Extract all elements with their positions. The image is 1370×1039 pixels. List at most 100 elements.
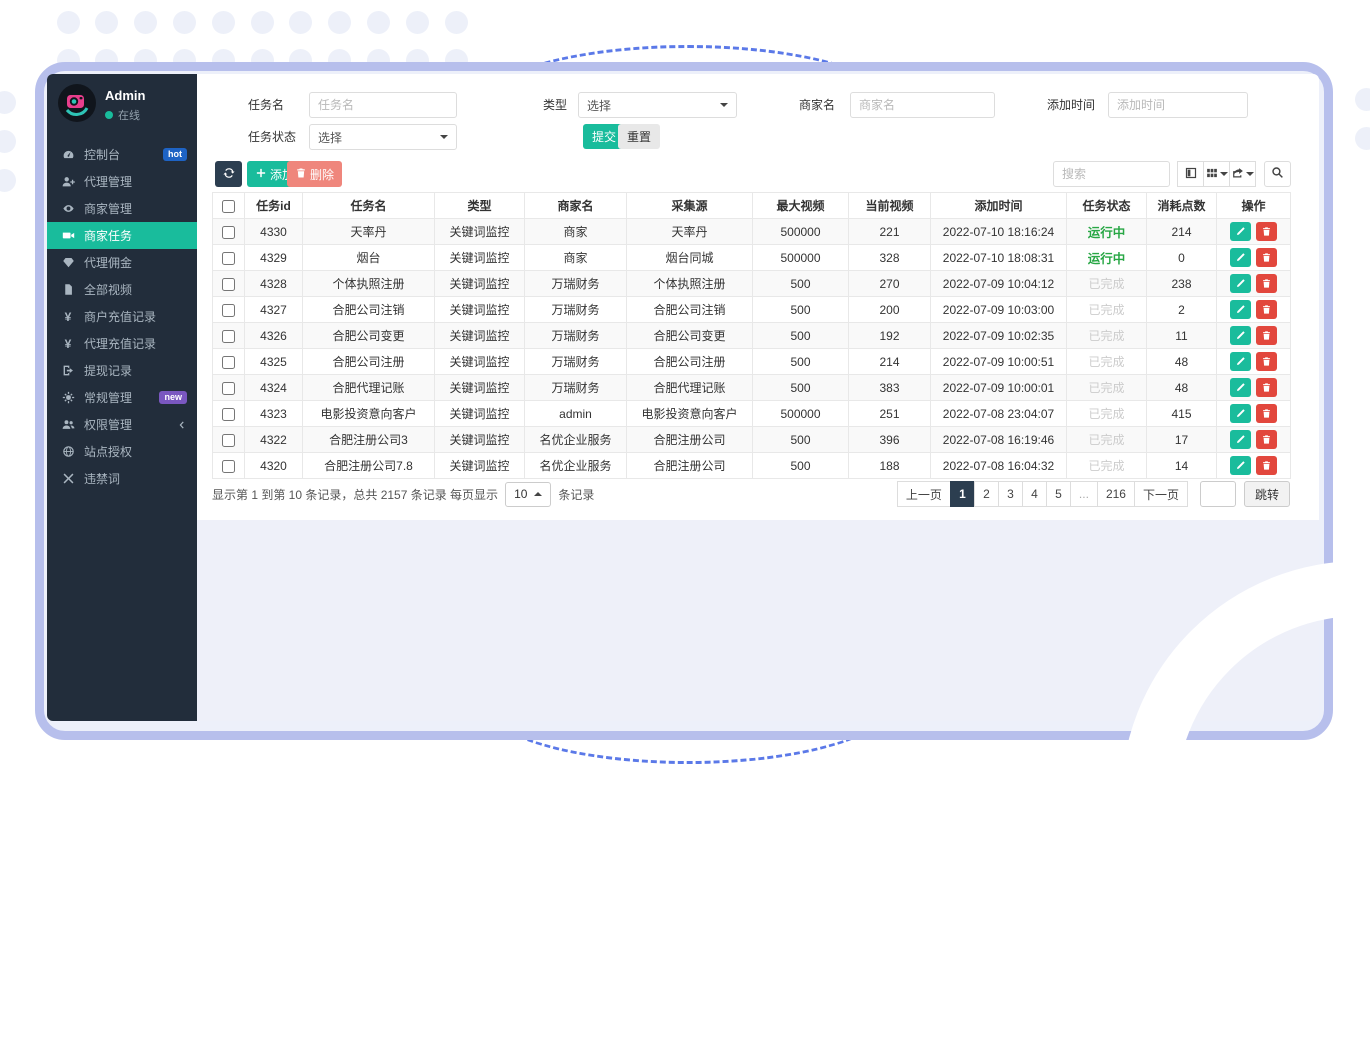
edit-button[interactable] [1230,248,1251,267]
cell-task-name: 合肥公司变更 [303,323,435,349]
delete-button[interactable] [1256,326,1277,345]
edit-button[interactable] [1230,326,1251,345]
cell-task-id: 4328 [245,271,303,297]
delete-button[interactable] [1256,352,1277,371]
cell-status: 已完成 [1067,401,1147,427]
sidebar-item-2[interactable]: 商家管理 [47,195,197,222]
delete-button[interactable] [1256,430,1277,449]
sidebar-item-0[interactable]: 控制台hot [47,141,197,168]
table-view-buttons [1178,161,1256,187]
sidebar-item-label: 提现记录 [84,362,132,379]
cell-current-videos: 251 [849,401,931,427]
cell-max-videos: 500 [753,271,849,297]
page-button-2[interactable]: 2 [974,481,999,507]
sidebar-item-label: 权限管理 [84,416,132,433]
jump-page-input[interactable] [1200,481,1236,507]
add-time-input[interactable] [1108,92,1248,118]
row-checkbox[interactable] [222,408,235,421]
cell-status: 已完成 [1067,375,1147,401]
sidebar-item-5[interactable]: 全部视频 [47,276,197,303]
cell-source: 烟台同城 [627,245,753,271]
row-checkbox[interactable] [222,434,235,447]
row-checkbox[interactable] [222,226,235,239]
edit-button[interactable] [1230,300,1251,319]
merchant-input[interactable] [850,92,995,118]
type-select[interactable]: 选择 [578,92,737,118]
row-checkbox[interactable] [222,460,235,473]
status-badge: 运行中 [1088,252,1126,266]
edit-button[interactable] [1230,378,1251,397]
jump-button[interactable]: 跳转 [1244,481,1290,507]
edit-button[interactable] [1230,274,1251,293]
cell-max-videos: 500000 [753,245,849,271]
cell-type: 关键词监控 [435,375,525,401]
delete-button[interactable] [1256,378,1277,397]
decor-dot [251,11,274,34]
cell-current-videos: 328 [849,245,931,271]
decor-dot [13,393,35,415]
page-button-5[interactable]: 5 [1046,481,1071,507]
row-checkbox[interactable] [222,278,235,291]
prev-page-button[interactable]: 上一页 [897,481,951,507]
search-icon [1271,166,1284,182]
sidebar-item-7[interactable]: ¥代理充值记录 [47,330,197,357]
page-button-216[interactable]: 216 [1097,481,1135,507]
sidebar-item-1[interactable]: 代理管理 [47,168,197,195]
sidebar-item-8[interactable]: 提现记录 [47,357,197,384]
cell-status: 已完成 [1067,297,1147,323]
edit-button[interactable] [1230,352,1251,371]
sidebar-item-10[interactable]: 权限管理 [47,411,197,438]
delete-button[interactable] [1256,248,1277,267]
sidebar-item-12[interactable]: 违禁词 [47,465,197,492]
delete-button[interactable] [1256,300,1277,319]
cell-status: 已完成 [1067,453,1147,479]
page-button-4[interactable]: 4 [1022,481,1047,507]
row-checkbox[interactable] [222,252,235,265]
page-button-1[interactable]: 1 [950,481,975,507]
sidebar-item-6[interactable]: ¥商户充值记录 [47,303,197,330]
row-checkbox[interactable] [222,382,235,395]
cell-status: 运行中 [1067,219,1147,245]
delete-selected-button[interactable]: 删除 [287,161,342,187]
sidebar-item-9[interactable]: 常规管理new [47,384,197,411]
delete-button[interactable] [1256,274,1277,293]
export-button[interactable] [1229,161,1256,187]
select-all-checkbox[interactable] [222,200,235,213]
column-header: 采集源 [627,193,753,219]
sidebar-item-3[interactable]: 商家任务 [47,222,197,249]
cell-checkbox [213,271,245,297]
edit-button[interactable] [1230,456,1251,475]
delete-button[interactable] [1256,222,1277,241]
refresh-button[interactable] [215,161,242,187]
cell-checkbox [213,375,245,401]
video-icon [60,229,76,243]
status-badge: 已完成 [1088,355,1124,369]
next-page-button[interactable]: 下一页 [1134,481,1188,507]
search-button[interactable] [1264,161,1291,187]
page-size-select[interactable]: 10 [505,482,551,507]
edit-button[interactable] [1230,430,1251,449]
page-ellipsis[interactable]: ... [1070,481,1098,507]
reset-button[interactable]: 重置 [618,124,660,149]
cell-source: 合肥公司注销 [627,297,753,323]
task-name-input[interactable] [309,92,457,118]
edit-button[interactable] [1230,404,1251,423]
decor-dot [1355,88,1370,111]
sidebar-item-11[interactable]: 站点授权 [47,438,197,465]
decor-dot [1355,127,1370,150]
edit-button[interactable] [1230,222,1251,241]
row-checkbox[interactable] [222,356,235,369]
search-input[interactable] [1053,161,1170,187]
caret-up-icon [534,492,542,496]
pager-wrap: 上一页12345...216下一页 跳转 [898,481,1290,507]
task-status-select[interactable]: 选择 [309,124,457,150]
delete-button[interactable] [1256,456,1277,475]
column-header: 类型 [435,193,525,219]
row-checkbox[interactable] [222,304,235,317]
toggle-view-button[interactable] [1177,161,1204,187]
columns-button[interactable] [1203,161,1230,187]
sidebar-item-4[interactable]: 代理佣金 [47,249,197,276]
delete-button[interactable] [1256,404,1277,423]
page-button-3[interactable]: 3 [998,481,1023,507]
row-checkbox[interactable] [222,330,235,343]
